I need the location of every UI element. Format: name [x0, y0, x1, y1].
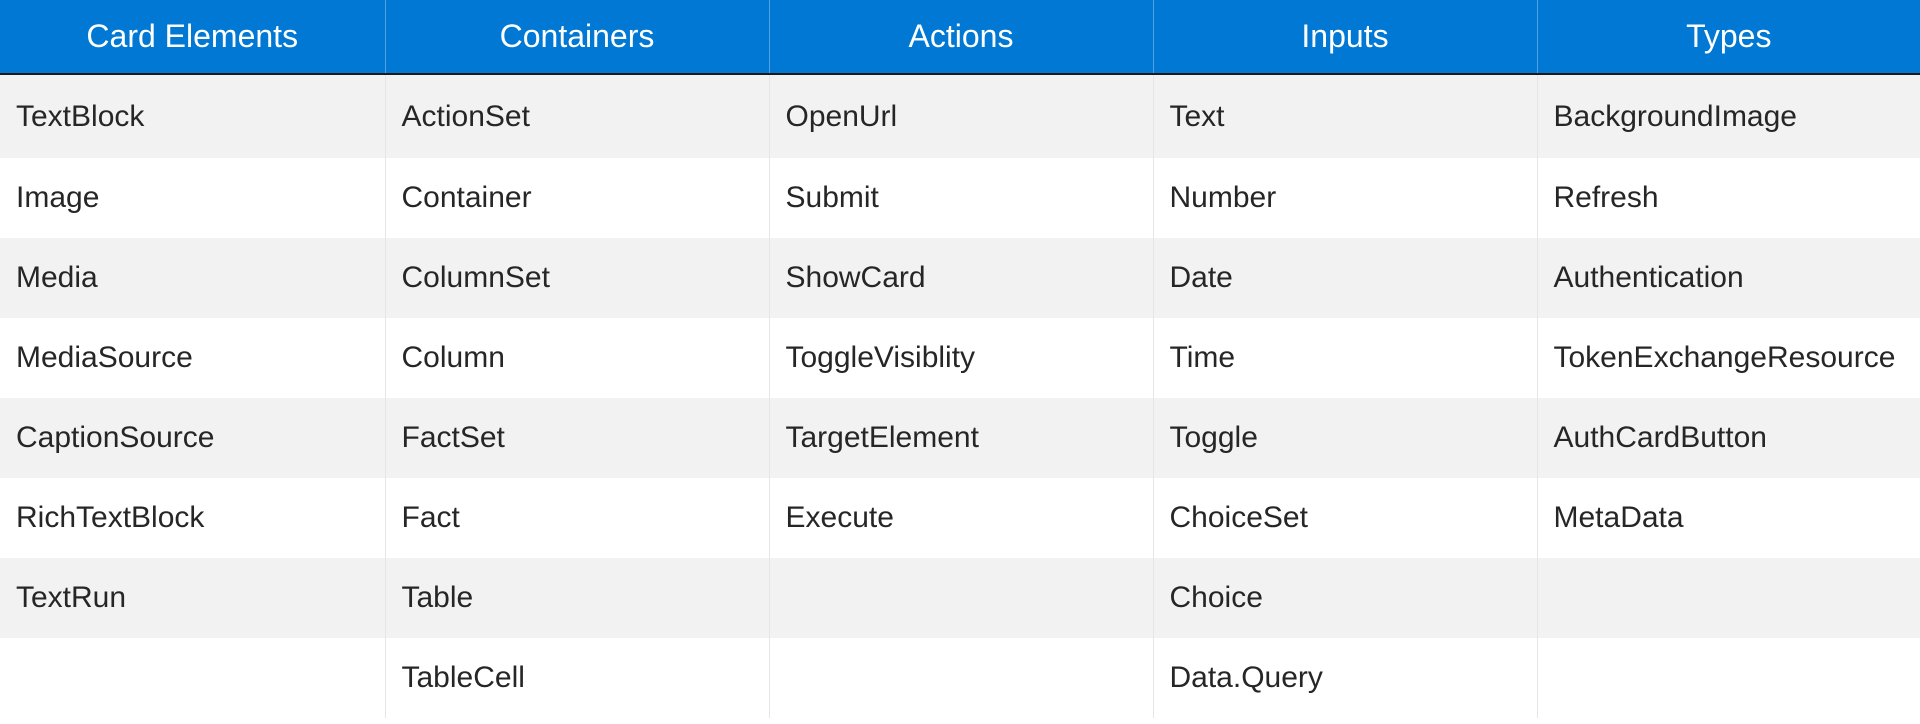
table-cell: TokenExchangeResource — [1536, 318, 1920, 398]
table-cell: TextBlock — [0, 74, 385, 158]
header-containers: Containers — [384, 0, 769, 75]
table-cell — [0, 638, 385, 718]
table-cell: Table — [384, 558, 769, 638]
table-cell: FactSet — [384, 398, 769, 478]
table-cell: TableCell — [384, 638, 769, 718]
table-cell: Date — [1152, 238, 1537, 318]
table-cell: RichTextBlock — [0, 478, 385, 558]
table-cell: Data.Query — [1152, 638, 1537, 718]
table-cell: TextRun — [0, 558, 385, 638]
table-row: TableCell Data.Query — [0, 638, 1920, 718]
header-row: Card Elements Containers Actions Inputs … — [0, 0, 1920, 75]
table-cell: Execute — [768, 478, 1153, 558]
header-card-elements: Card Elements — [0, 0, 385, 75]
table-cell: Authentication — [1536, 238, 1920, 318]
header-types: Types — [1536, 0, 1920, 75]
table-cell — [768, 558, 1153, 638]
table-cell: OpenUrl — [768, 74, 1153, 158]
table-cell — [1536, 558, 1920, 638]
header-inputs: Inputs — [1152, 0, 1537, 75]
table-cell — [1536, 638, 1920, 718]
header-actions: Actions — [768, 0, 1153, 75]
table-cell — [768, 638, 1153, 718]
table-cell: ChoiceSet — [1152, 478, 1537, 558]
table-body: TextBlock ActionSet OpenUrl Text Backgro… — [0, 74, 1920, 718]
table-cell: AuthCardButton — [1536, 398, 1920, 478]
table-cell: Image — [0, 158, 385, 238]
table-cell: CaptionSource — [0, 398, 385, 478]
table-cell: Media — [0, 238, 385, 318]
table-cell: ToggleVisiblity — [768, 318, 1153, 398]
table-cell: Number — [1152, 158, 1537, 238]
table-cell: Time — [1152, 318, 1537, 398]
table-cell: MetaData — [1536, 478, 1920, 558]
table-cell: BackgroundImage — [1536, 74, 1920, 158]
table-cell: Choice — [1152, 558, 1537, 638]
table-cell: ActionSet — [384, 74, 769, 158]
table-cell: Refresh — [1536, 158, 1920, 238]
table-row: Media ColumnSet ShowCard Date Authentica… — [0, 238, 1920, 318]
table-cell: Submit — [768, 158, 1153, 238]
table-cell: ColumnSet — [384, 238, 769, 318]
table-cell: Text — [1152, 74, 1537, 158]
table-cell: Container — [384, 158, 769, 238]
table-row: MediaSource Column ToggleVisiblity Time … — [0, 318, 1920, 398]
table-row: TextRun Table Choice — [0, 558, 1920, 638]
table-cell: Toggle — [1152, 398, 1537, 478]
table-cell: TargetElement — [768, 398, 1153, 478]
table-row: TextBlock ActionSet OpenUrl Text Backgro… — [0, 74, 1920, 158]
table-row: CaptionSource FactSet TargetElement Togg… — [0, 398, 1920, 478]
table-row: Image Container Submit Number Refresh — [0, 158, 1920, 238]
table-row: RichTextBlock Fact Execute ChoiceSet Met… — [0, 478, 1920, 558]
element-categories-table: Card Elements Containers Actions Inputs … — [0, 0, 1920, 718]
table-header: Card Elements Containers Actions Inputs … — [0, 0, 1920, 75]
table-cell: Fact — [384, 478, 769, 558]
table-cell: ShowCard — [768, 238, 1153, 318]
table-cell: MediaSource — [0, 318, 385, 398]
table-cell: Column — [384, 318, 769, 398]
